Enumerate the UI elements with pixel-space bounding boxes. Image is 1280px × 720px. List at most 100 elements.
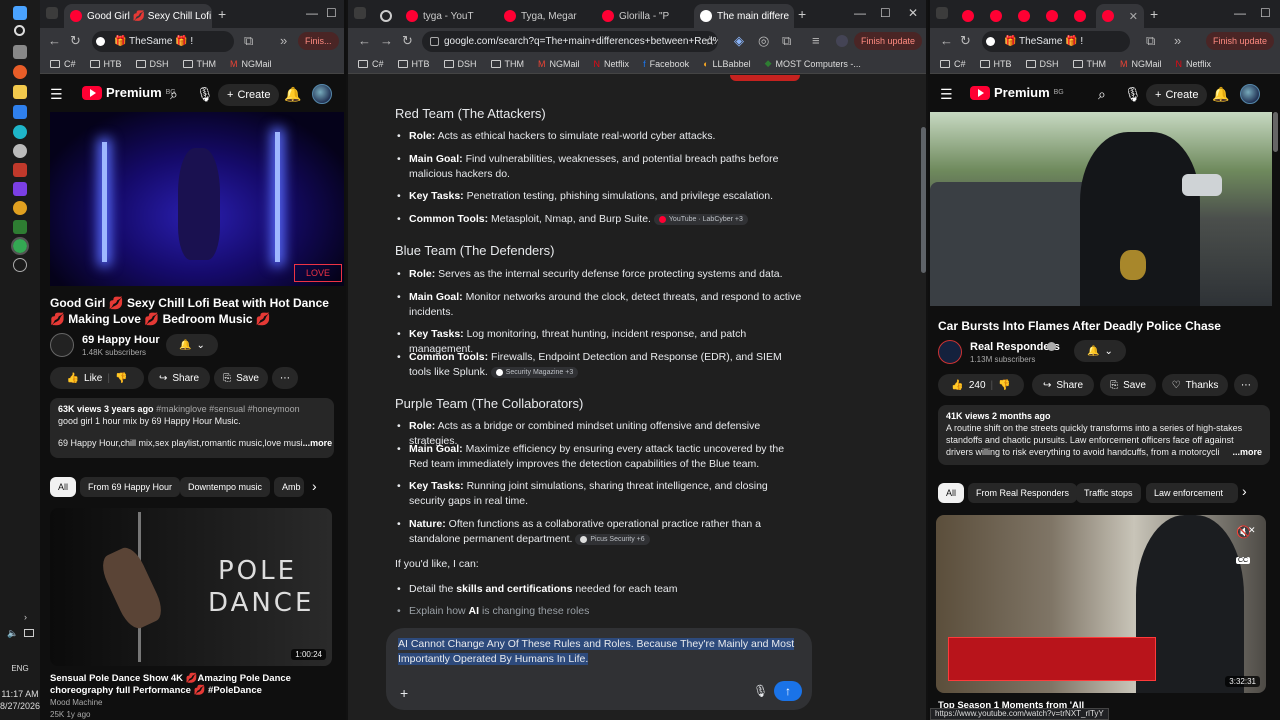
tab-youtube[interactable] xyxy=(1012,4,1038,28)
create-button[interactable]: + Create xyxy=(1146,84,1208,106)
windows-start-icon[interactable] xyxy=(13,6,27,20)
app-red-icon[interactable] xyxy=(13,163,27,177)
address-bar[interactable]: 🎁 TheSame 🎁 ! xyxy=(982,31,1130,52)
youtube-premium-logo[interactable]: Premium BG xyxy=(970,85,1064,100)
thanks-button[interactable]: ♡ Thanks xyxy=(1162,374,1228,396)
tab-youtube[interactable] xyxy=(984,4,1010,28)
avatar[interactable] xyxy=(312,84,332,104)
channel-avatar[interactable] xyxy=(938,340,962,364)
bookmark-folder[interactable]: HTB xyxy=(397,59,430,69)
new-tab-icon[interactable]: + xyxy=(798,6,806,22)
volume-icon[interactable]: 🔈 xyxy=(7,628,18,639)
bookmark-babbel[interactable]: ◐ LLBabbel xyxy=(703,59,750,69)
bookmark-folder[interactable]: HTB xyxy=(979,59,1012,69)
chevron-right-icon[interactable]: » xyxy=(280,33,287,48)
tab-tyga-megan[interactable]: Tyga, Megar xyxy=(498,4,594,28)
back-icon[interactable]: ← xyxy=(358,33,371,48)
bookmark-ngmail[interactable]: M NGMail xyxy=(538,59,580,69)
bookmark-folder[interactable]: THM xyxy=(1072,59,1106,69)
chip-ambient[interactable]: Amb xyxy=(274,477,304,497)
subscribe-bell-button[interactable]: 🔔 ⌄ xyxy=(1074,340,1126,362)
extensions-icon[interactable]: ⧉ xyxy=(782,33,791,49)
close-preview-icon[interactable]: ✕ xyxy=(1248,525,1256,536)
maximize-icon[interactable]: ☐ xyxy=(1260,6,1271,20)
chrome-icon[interactable] xyxy=(13,201,27,215)
chevron-right-icon[interactable]: › xyxy=(1242,483,1247,499)
onenote-icon[interactable] xyxy=(13,182,27,196)
finish-update-button[interactable]: Finish update xyxy=(854,32,923,50)
like-dislike-button[interactable]: 👍 Like | 👎 xyxy=(50,367,144,389)
network-icon[interactable] xyxy=(24,629,34,637)
address-bar[interactable]: 🎁 TheSame 🎁 ! xyxy=(92,31,234,52)
save-button[interactable]: ⎘ Save xyxy=(1100,374,1156,396)
followup-item[interactable]: Detail the skills and certifications nee… xyxy=(395,582,805,597)
bookmark-folder[interactable]: HTB xyxy=(89,59,122,69)
bookmark-most[interactable]: ◆ MOST Computers -... xyxy=(765,58,861,69)
tab-youtube-active[interactable]: ✕ xyxy=(1096,4,1144,28)
mic-icon[interactable]: 🎙 xyxy=(753,684,768,698)
tab-google-search[interactable]: The main differe✕ xyxy=(694,4,794,28)
youtube-premium-logo[interactable]: Premium BG xyxy=(82,85,176,100)
source-chip[interactable]: YouTube · LabCyber +3 xyxy=(653,213,748,225)
search-icon[interactable]: ⌕ xyxy=(170,86,178,103)
close-tab-icon[interactable]: ✕ xyxy=(1129,10,1138,23)
channel-avatar[interactable] xyxy=(50,333,74,357)
tab-youtube-good-girl[interactable]: Good Girl 💋 Sexy Chill Lofi Be ✕ xyxy=(64,4,212,28)
app-green-icon[interactable] xyxy=(13,220,27,234)
next-video-channel[interactable]: Mood Machine xyxy=(50,698,102,707)
bookmark-folder[interactable]: DSH xyxy=(135,59,169,69)
chip-all[interactable]: All xyxy=(938,483,965,503)
maximize-icon[interactable]: ☐ xyxy=(326,6,337,20)
description-box[interactable]: 63K views 3 years ago #makinglove #sensu… xyxy=(50,398,334,458)
menu-icon[interactable]: ☰ xyxy=(940,86,953,103)
chip-traffic-stops[interactable]: Traffic stops xyxy=(1076,483,1141,503)
minimize-icon[interactable]: — xyxy=(854,6,866,20)
maximize-icon[interactable]: ☐ xyxy=(880,6,891,20)
bookmark-folder[interactable]: DSH xyxy=(443,59,477,69)
extension-icon[interactable]: ◎ xyxy=(758,33,769,49)
notifications-icon[interactable]: 🔔 xyxy=(1212,86,1229,103)
tab-search-icon[interactable] xyxy=(936,7,948,19)
desc-tags[interactable]: #makinglove #sensual #honeymoon xyxy=(156,404,300,414)
clock[interactable]: 11:17 AM 8/27/2026 xyxy=(0,688,40,712)
bookmark-ngmail[interactable]: M NGMail xyxy=(230,59,272,69)
tab-list-icon[interactable]: ≡ xyxy=(812,33,820,48)
mic-icon[interactable]: 🎙 xyxy=(196,86,214,103)
next-video-thumbnail[interactable]: POLE DANCE 1:00:24 xyxy=(50,508,332,666)
minimize-icon[interactable]: — xyxy=(306,6,318,20)
bookmark-folder[interactable]: DSH xyxy=(1025,59,1059,69)
source-chip[interactable]: Picus Security +6 xyxy=(575,533,650,545)
save-button[interactable]: ⎘ Save xyxy=(214,367,268,389)
mic-icon[interactable]: 🎙 xyxy=(1124,86,1142,103)
bookmark-folder[interactable]: THM xyxy=(182,59,216,69)
finish-update-button[interactable]: Finish update xyxy=(1206,32,1275,50)
cc-badge[interactable]: CC xyxy=(1236,557,1251,564)
brave-icon[interactable] xyxy=(13,65,27,79)
next-video-thumbnail[interactable]: 🔇 ✕ CC 3:32:31 xyxy=(936,515,1266,693)
share-button[interactable]: ↪ Share xyxy=(1032,374,1094,396)
chevron-up-icon[interactable]: › xyxy=(24,612,27,622)
tab-youtube[interactable] xyxy=(1040,4,1066,28)
bookmark-folder[interactable]: C# xyxy=(358,59,384,69)
finish-update-button[interactable]: Finis... xyxy=(298,32,339,50)
create-button[interactable]: + Create xyxy=(218,84,280,106)
notifications-icon[interactable]: 🔔 xyxy=(284,86,301,103)
edge-icon[interactable] xyxy=(13,125,27,139)
back-icon[interactable]: ← xyxy=(940,33,953,48)
video-player[interactable]: LOVE xyxy=(50,112,344,286)
more-actions-icon[interactable]: ⋯ xyxy=(272,367,298,389)
close-window-icon[interactable]: ✕ xyxy=(908,6,918,20)
bookmark-ngmail[interactable]: M NGMail xyxy=(1120,59,1162,69)
chevron-right-icon[interactable]: › xyxy=(312,478,317,494)
source-chip[interactable]: Security Magazine +3 xyxy=(490,366,579,378)
minimize-icon[interactable]: — xyxy=(1234,6,1246,20)
menu-icon[interactable]: ☰ xyxy=(50,86,63,103)
chip-from-channel[interactable]: From Real Responders xyxy=(968,483,1078,503)
extensions-icon[interactable]: ⧉ xyxy=(1146,33,1155,49)
tab-search-icon[interactable] xyxy=(354,7,366,19)
reload-icon[interactable]: ↻ xyxy=(960,33,971,49)
tab-youtube[interactable] xyxy=(956,4,982,28)
channel-name[interactable]: 69 Happy Hour xyxy=(82,334,160,346)
bookmark-netflix[interactable]: N Netflix xyxy=(1176,59,1212,69)
more-link[interactable]: ...more xyxy=(303,438,333,448)
